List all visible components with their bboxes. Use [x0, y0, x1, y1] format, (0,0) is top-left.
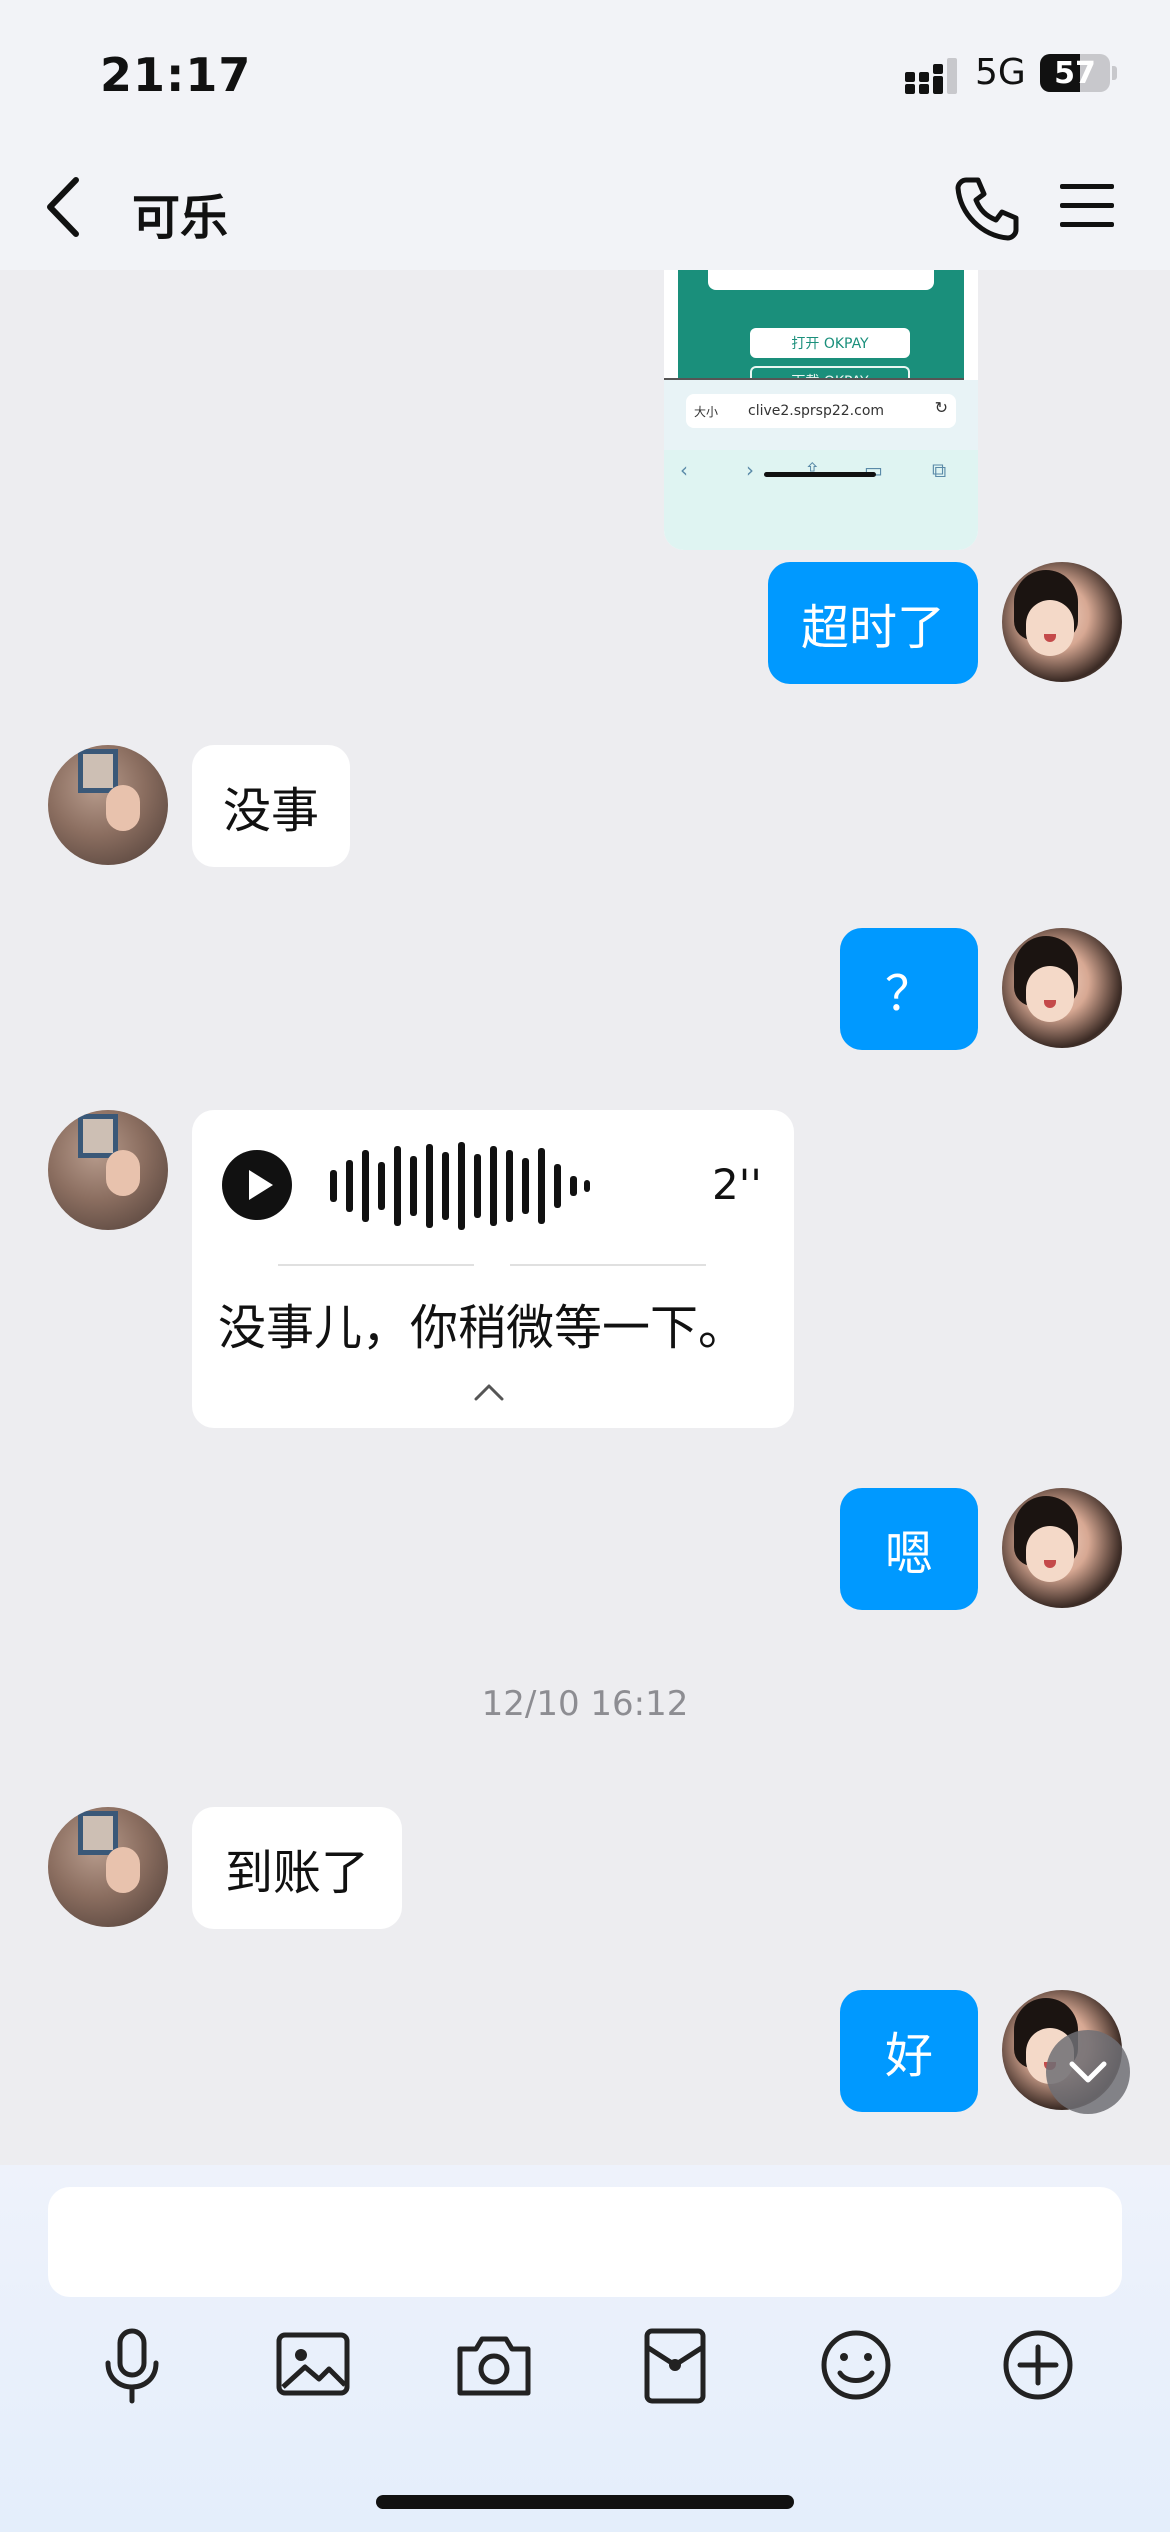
screenshot-url: clive2.sprsp22.com: [748, 403, 885, 419]
share-icon: ⇪: [804, 458, 821, 482]
voice-transcript: 没事儿，你稍微等一下。: [218, 1300, 747, 1356]
voice-duration: 2'': [712, 1160, 762, 1209]
voice-divider: [278, 1264, 474, 1266]
avatar-hat: [78, 749, 118, 793]
chevron-up-icon[interactable]: [473, 1382, 505, 1402]
avatar-hat: [78, 1811, 118, 1855]
hamburger-menu-icon[interactable]: [1058, 182, 1116, 230]
message-input[interactable]: [48, 2187, 1122, 2297]
my-avatar[interactable]: [1002, 1488, 1122, 1608]
bookmarks-icon: ▭: [864, 458, 883, 482]
reload-icon: ↻: [934, 398, 948, 417]
battery-level: 57: [1054, 55, 1096, 91]
battery-icon: 57: [1040, 54, 1110, 92]
top-bar: 21:17 5G 57 可乐: [0, 0, 1170, 270]
plus-icon[interactable]: [996, 2323, 1080, 2407]
avatar-face: [1026, 1526, 1074, 1582]
contact-avatar[interactable]: [48, 745, 168, 865]
contact-avatar[interactable]: [48, 1807, 168, 1927]
screenshot-home-indicator: [764, 472, 876, 477]
emoji-icon[interactable]: [814, 2323, 898, 2407]
forward-icon: ›: [746, 458, 754, 482]
message-bubble-outgoing[interactable]: 超时了: [768, 562, 978, 684]
chat-messages[interactable]: 打开 OKPAY 下载 OKPAY 大小 clive2.sprsp22.com …: [0, 270, 1170, 2165]
screenshot-message[interactable]: 打开 OKPAY 下载 OKPAY 大小 clive2.sprsp22.com …: [664, 270, 978, 550]
avatar-face: [1026, 966, 1074, 1022]
screenshot-nav-row: ‹ › ⇪ ▭ ⧉: [664, 450, 978, 550]
camera-icon[interactable]: [452, 2323, 536, 2407]
input-area: [0, 2165, 1170, 2532]
my-avatar[interactable]: [1002, 562, 1122, 682]
image-icon[interactable]: [271, 2323, 355, 2407]
message-bubble-incoming[interactable]: 没事: [192, 745, 350, 867]
message-bubble-outgoing[interactable]: 好: [840, 1990, 978, 2112]
screenshot-input: [708, 270, 934, 290]
avatar-face: [1026, 600, 1074, 656]
avatar-hat: [78, 1114, 118, 1158]
message-bubble-incoming[interactable]: 到账了: [192, 1807, 402, 1929]
screenshot-open-button: 打开 OKPAY: [750, 328, 910, 358]
battery-tip: [1112, 66, 1117, 80]
status-time: 21:17: [100, 48, 252, 102]
back-icon: ‹: [680, 458, 688, 482]
chat-title[interactable]: 可乐: [132, 178, 228, 248]
avatar-hand: [106, 1847, 140, 1893]
voice-divider: [510, 1264, 706, 1266]
message-bubble-outgoing[interactable]: 嗯: [840, 1488, 978, 1610]
chevron-left-icon[interactable]: [40, 172, 90, 242]
contact-avatar[interactable]: [48, 1110, 168, 1230]
waveform-icon: [330, 1142, 590, 1230]
voice-message[interactable]: 2'' 没事儿，你稍微等一下。: [192, 1110, 794, 1428]
microphone-icon[interactable]: [90, 2323, 174, 2407]
avatar-hand: [106, 785, 140, 831]
red-packet-icon[interactable]: [633, 2323, 717, 2407]
chat-timestamp: 12/10 16:12: [481, 1684, 689, 1724]
my-avatar[interactable]: [1002, 928, 1122, 1048]
phone-icon[interactable]: [952, 172, 1022, 242]
message-bubble-outgoing[interactable]: ？: [840, 928, 978, 1050]
home-indicator: [376, 2495, 794, 2509]
tabs-icon: ⧉: [932, 458, 947, 482]
network-type: 5G: [975, 52, 1026, 93]
avatar-hand: [106, 1150, 140, 1196]
play-icon[interactable]: [222, 1150, 292, 1220]
signal-icon: [905, 58, 957, 94]
screenshot-url-field: 大小 clive2.sprsp22.com ↻: [686, 394, 956, 428]
scroll-down-button[interactable]: [1046, 2030, 1130, 2114]
screenshot-text-size: 大小: [694, 404, 719, 419]
